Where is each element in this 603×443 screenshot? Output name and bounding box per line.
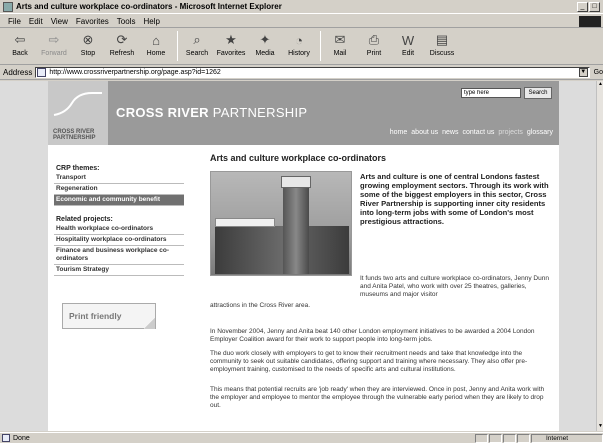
printer-icon: ⎙ [368, 32, 380, 47]
print-button[interactable]: ⎙ Print [358, 31, 390, 57]
nav-about-us[interactable]: about us [411, 129, 438, 136]
print-friendly-button[interactable]: Print friendly [62, 303, 156, 329]
sidebar: CRP themes: Transport Regeneration Econo… [54, 163, 184, 276]
page-icon [37, 68, 47, 77]
themes-heading: CRP themes: [56, 165, 100, 172]
sidebar-item-tourism[interactable]: Tourism Strategy [54, 265, 184, 276]
toolbar-separator [177, 31, 178, 61]
window-title: Arts and culture workplace co-ordinators… [16, 2, 282, 11]
stop-button[interactable]: ⊗ Stop [72, 31, 104, 57]
nav-home[interactable]: home [390, 129, 408, 136]
window-controls: _ □ [577, 1, 600, 12]
vertical-scrollbar[interactable]: ▲ ▼ [596, 81, 603, 431]
media-button[interactable]: ✦ Media [249, 31, 281, 57]
site-search-button[interactable]: Search [524, 87, 552, 99]
sidebar-item-transport[interactable]: Transport [54, 173, 184, 184]
logo-text: CROSS RIVER PARTNERSHIP [53, 129, 96, 141]
page-title: Arts and culture workplace co-ordinators [210, 153, 387, 163]
scroll-up-icon[interactable]: ▲ [597, 81, 603, 89]
media-icon: ✦ [259, 32, 271, 47]
address-input[interactable]: http://www.crossriverpartnership.org/pag… [35, 67, 590, 78]
site-nav: home about us news contact us projects g… [390, 129, 553, 136]
main-content: Arts and culture workplace co-ordinators… [210, 153, 550, 409]
stop-icon: ⊗ [82, 32, 94, 47]
address-label: Address [3, 68, 33, 77]
search-icon: ⌕ [193, 32, 201, 47]
edit-button[interactable]: W Edit [392, 31, 424, 58]
sidebar-item-hospitality[interactable]: Hospitality workplace co-ordinators [54, 235, 184, 246]
address-url: http://www.crossriverpartnership.org/pag… [49, 69, 221, 76]
sidebar-item-health[interactable]: Health workplace co-ordinators [54, 224, 184, 235]
site-logo[interactable]: CROSS RIVER PARTNERSHIP [48, 81, 108, 145]
site-search-input[interactable] [461, 88, 521, 98]
edit-icon: W [401, 32, 415, 48]
menu-bar: File Edit View Favorites Tools Help [0, 15, 603, 28]
menu-help[interactable]: Help [143, 17, 159, 26]
mail-button[interactable]: ✉ Mail [324, 31, 356, 57]
go-button[interactable]: Go [594, 69, 603, 76]
toolbar-separator [320, 31, 321, 61]
discuss-button[interactable]: ▤ Discuss [426, 31, 458, 57]
address-bar: Address http://www.crossriverpartnership… [0, 66, 603, 80]
security-zone: Internet [531, 433, 603, 443]
menu-favorites[interactable]: Favorites [76, 17, 109, 26]
browser-viewport: CROSS RIVER PARTNERSHIP CROSS RIVER PART… [0, 81, 596, 431]
toolbar: ⇦ Back ⇨ Forward ⊗ Stop ⟳ Refresh ⌂ Home ⌕ Sea… [0, 29, 603, 65]
nav-projects[interactable]: projects [498, 129, 523, 136]
nav-glossary[interactable]: glossary [527, 129, 553, 136]
status-text: Done [13, 434, 30, 442]
forward-button[interactable]: ⇨ Forward [38, 31, 70, 57]
history-button[interactable]: ◔ History [283, 31, 315, 58]
home-button[interactable]: ⌂ Home [140, 31, 172, 58]
sidebar-item-finance[interactable]: Finance and business workplace co-ordina… [54, 246, 184, 265]
scroll-down-icon[interactable]: ▼ [597, 423, 603, 431]
paragraph-2: In November 2004, Jenny and Anita beat 1… [210, 328, 535, 343]
back-arrow-icon: ⇦ [14, 32, 26, 47]
site-title: CROSS RIVER PARTNERSHIP [116, 105, 308, 120]
paragraph-3: The duo work closely with employers to g… [210, 350, 528, 373]
ie-icon [3, 1, 13, 12]
menu-file[interactable]: File [8, 17, 21, 26]
windows-logo-icon [579, 15, 601, 27]
site-header: CROSS RIVER PARTNERSHIP CROSS RIVER PART… [48, 81, 559, 145]
page-status-icon [2, 434, 10, 442]
forward-arrow-icon: ⇨ [48, 32, 60, 47]
status-bar: Done Internet [0, 432, 603, 443]
refresh-icon: ⟳ [116, 32, 128, 47]
refresh-button[interactable]: ⟳ Refresh [106, 31, 138, 57]
back-button[interactable]: ⇦ Back [4, 31, 36, 57]
maximize-button[interactable]: □ [589, 1, 600, 12]
paragraph-4: This means that potential recruits are '… [210, 386, 545, 409]
home-icon: ⌂ [152, 32, 160, 48]
logo-wave-icon [53, 92, 102, 116]
favorites-button[interactable]: ★ Favorites [215, 31, 247, 57]
menu-view[interactable]: View [51, 17, 68, 26]
web-page: CROSS RIVER PARTNERSHIP CROSS RIVER PART… [48, 81, 559, 431]
nav-contact-us[interactable]: contact us [462, 129, 494, 136]
nav-news[interactable]: news [442, 129, 458, 136]
menu-tools[interactable]: Tools [117, 17, 136, 26]
favorites-icon: ★ [225, 32, 237, 47]
lead-paragraph: Arts and culture is one of central Londo… [360, 172, 549, 226]
paragraph-1-cont: attractions in the Cross River area. [210, 302, 311, 309]
page-fold-icon [144, 318, 155, 329]
address-dropdown-icon[interactable]: ▼ [578, 68, 588, 77]
related-heading: Related projects: [56, 216, 113, 223]
menu-edit[interactable]: Edit [29, 17, 43, 26]
minimize-button[interactable]: _ [577, 1, 588, 12]
sidebar-item-regeneration[interactable]: Regeneration [54, 184, 184, 195]
discuss-icon: ▤ [435, 32, 449, 47]
search-toolbar-button[interactable]: ⌕ Search [181, 31, 213, 57]
sidebar-item-economic[interactable]: Economic and community benefit [54, 195, 184, 206]
paragraph-1: It funds two arts and culture workplace … [360, 275, 549, 298]
mail-icon: ✉ [334, 32, 346, 47]
hero-image [210, 171, 352, 276]
history-icon: ◔ [295, 32, 303, 48]
title-bar: Arts and culture workplace co-ordinators… [0, 0, 603, 14]
